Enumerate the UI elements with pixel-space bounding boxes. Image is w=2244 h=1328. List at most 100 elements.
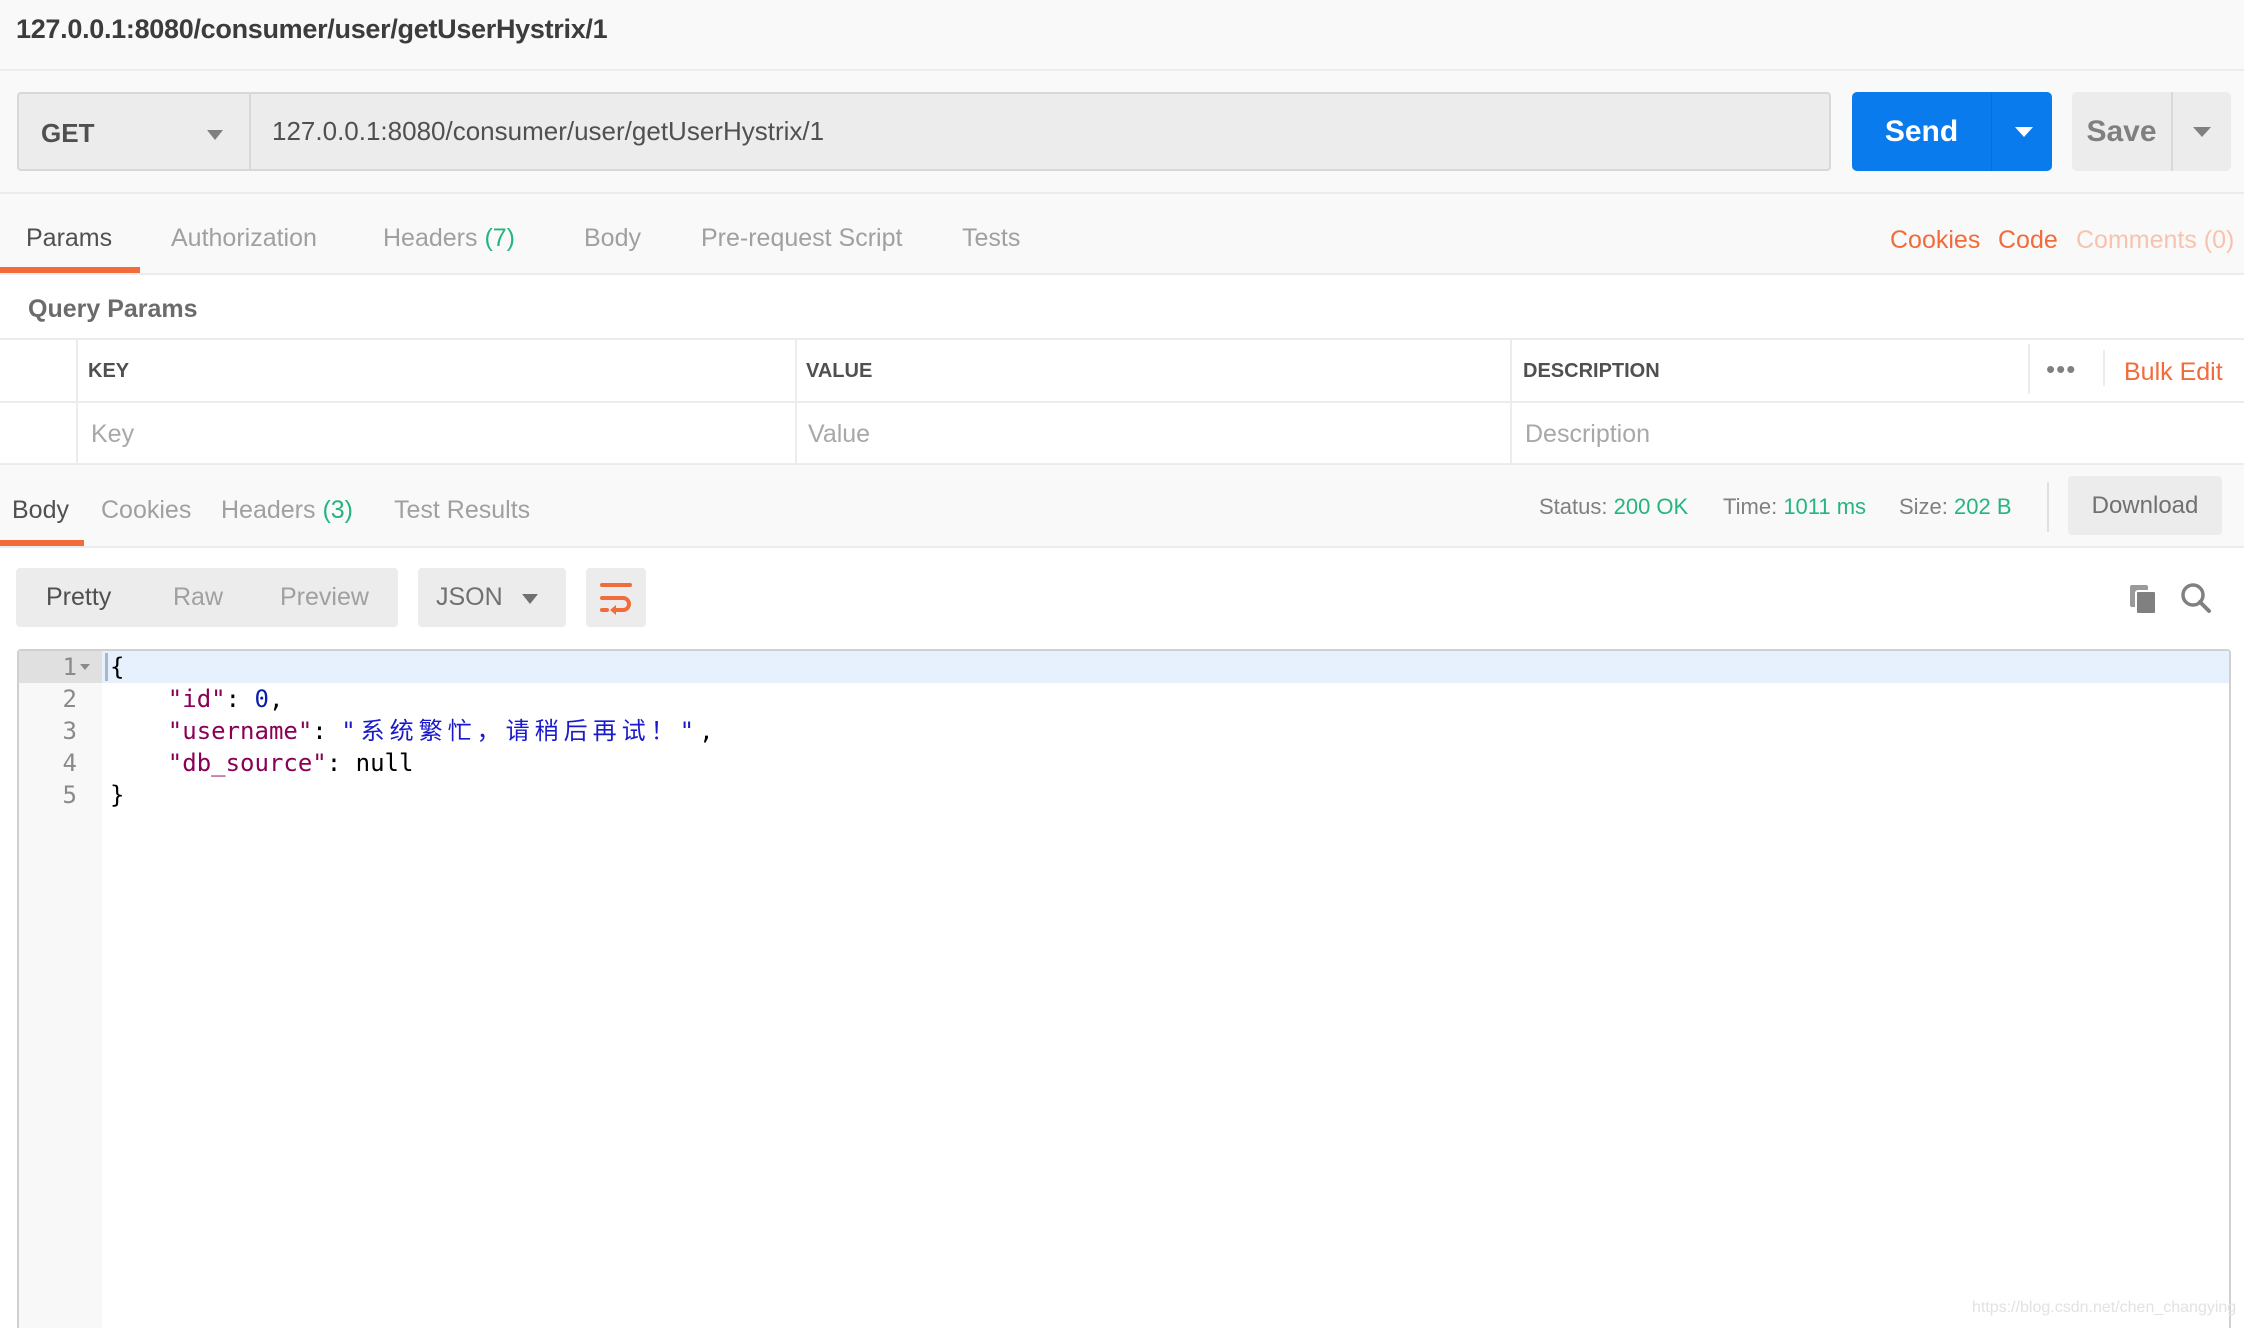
copy-icon[interactable] [2128,583,2158,615]
format-select[interactable]: JSON [418,568,566,627]
status-readout: Status: 200 OK [1539,494,1688,520]
column-divider [795,340,797,463]
download-button[interactable]: Download [2068,476,2222,535]
time-value[interactable]: 1011 ms [1783,494,1866,519]
tab-params[interactable]: Params [26,224,112,253]
json-sep: : [225,685,255,713]
format-label: JSON [436,583,503,611]
status-value[interactable]: 200 OK [1614,494,1689,519]
row-divider [0,401,2244,403]
response-tab-headers[interactable]: Headers (3) [221,496,353,525]
time-readout: Time: 1011 ms [1723,494,1866,520]
brace-open: { [110,653,125,681]
view-mode-group: Pretty Raw Preview [16,568,398,627]
tab-label: Headers [383,224,478,252]
save-label: Save [2086,115,2157,148]
json-key: "id" [167,685,226,713]
tab-count-badge: (7) [484,224,516,252]
wrap-lines-button[interactable] [586,568,646,627]
chevron-down-icon [522,594,538,604]
view-mode-pretty[interactable]: Pretty [46,568,111,627]
code-line: "db_source": null [110,747,414,779]
tab-count-badge: (3) [322,496,354,524]
send-options-chevron-icon[interactable] [2015,127,2033,137]
response-code-editor[interactable]: 1 2 3 4 5 { "id": 0, "username": "系统繁忙，请… [17,649,2231,1328]
divider [2103,350,2105,386]
tab-tests[interactable]: Tests [962,224,1020,253]
save-options-chevron-icon[interactable] [2193,127,2211,137]
brace-close: } [110,781,125,809]
size-value[interactable]: 202 B [1954,494,2012,519]
more-options-icon[interactable]: ••• [2046,354,2076,385]
column-divider [76,340,78,463]
wrap-lines-icon [600,583,632,615]
comments-link[interactable]: Comments (0) [2076,226,2234,255]
json-key: "db_source" [167,749,327,777]
url-input[interactable] [249,92,1831,171]
line-number: 4 [62,749,77,777]
line-number: 5 [62,781,77,809]
value-input[interactable]: Value [808,420,870,449]
send-divider [1991,92,1992,171]
column-divider [1510,340,1512,463]
column-header-key: KEY [88,360,130,382]
tab-label: Params [26,224,113,252]
key-input[interactable]: Key [91,420,134,449]
tab-label: Body [12,496,69,524]
json-comma: , [268,685,284,713]
json-number: 0 [254,685,269,713]
size-readout: Size: 202 B [1899,494,2012,520]
json-key: "username" [167,717,313,745]
response-tab-test-results[interactable]: Test Results [394,496,530,525]
cookies-link[interactable]: Cookies [1890,226,1980,255]
tab-pre-request-script[interactable]: Pre-request Script [701,224,902,253]
column-header-value: VALUE [806,360,873,382]
tab-label: Authorization [171,224,317,252]
title-bar: 127.0.0.1:8080/consumer/user/getUserHyst… [0,0,2244,71]
fold-toggle-icon[interactable] [80,664,90,670]
column-header-description: DESCRIPTION [1523,360,1660,382]
tab-headers[interactable]: Headers (7) [383,224,515,253]
code-line: } [110,779,124,811]
text-cursor [105,653,108,681]
view-mode-raw[interactable]: Raw [173,568,223,627]
tab-label: Pre-request Script [701,224,903,252]
status-label: Status: [1539,494,1608,519]
tab-label: Tests [962,224,1021,252]
code-line: "id": 0, [110,683,284,715]
save-divider [2171,92,2173,171]
code-line: { [110,651,124,683]
send-button[interactable]: Send [1852,92,2052,171]
save-button[interactable]: Save [2072,92,2231,171]
tab-label: Cookies [101,496,192,524]
json-sep: : [312,717,342,745]
json-comma: , [699,717,714,745]
tab-authorization[interactable]: Authorization [171,224,317,253]
tab-label: Body [584,224,641,252]
code-link[interactable]: Code [1998,226,2058,255]
method-label: GET [41,118,95,148]
query-params-panel: Query Params KEY VALUE DESCRIPTION ••• B… [0,275,2244,465]
line-number: 2 [62,685,77,713]
view-mode-preview[interactable]: Preview [280,568,369,627]
active-line-highlight [102,651,2229,683]
tab-label: Test Results [394,496,531,524]
description-input[interactable]: Description [1525,420,1650,449]
request-title[interactable]: 127.0.0.1:8080/consumer/user/getUserHyst… [16,14,608,45]
watermark: https://blog.csdn.net/chen_changying [1972,1299,2237,1316]
response-tab-cookies[interactable]: Cookies [101,496,191,525]
send-label: Send [1884,115,1959,148]
json-string: "系统繁忙，请稍后再试！" [341,717,700,745]
search-icon[interactable] [2180,582,2212,614]
time-label: Time: [1723,494,1778,519]
json-null: null [355,749,414,777]
tab-body[interactable]: Body [584,224,641,253]
response-tab-body[interactable]: Body [12,496,69,525]
divider [2047,482,2049,532]
bulk-edit-link[interactable]: Bulk Edit [2124,358,2223,387]
line-number: 3 [62,717,77,745]
divider [2028,344,2030,394]
method-select[interactable]: GET [17,92,250,171]
tab-label: Headers [221,496,316,524]
chevron-down-icon [207,130,223,140]
